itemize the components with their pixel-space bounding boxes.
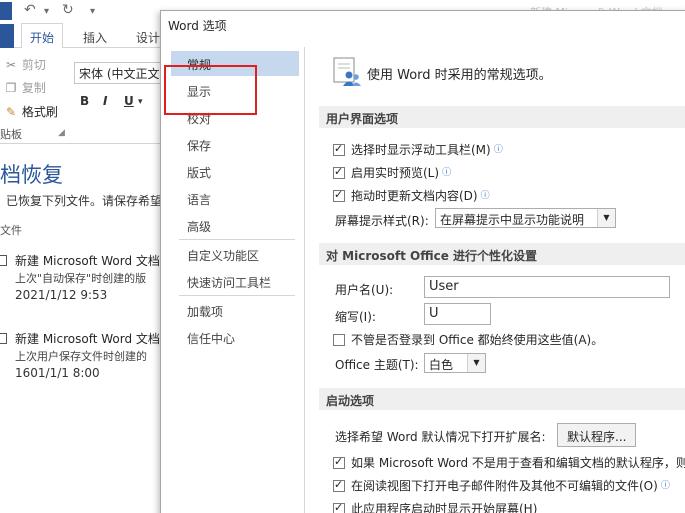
underline-dropdown-icon[interactable]: ▾	[138, 97, 143, 107]
document-recovery-pane: 档恢复 已恢复下列文件。请保存希望 文件 新建 Microsoft Word 文…	[0, 145, 170, 513]
file-tab[interactable]	[0, 24, 14, 48]
username-input[interactable]: User	[424, 276, 670, 298]
info-icon: ⓘ	[442, 168, 452, 178]
info-icon: ⓘ	[493, 145, 503, 155]
show-start-label: 此应用程序启动时显示开始屏幕(H)	[351, 502, 538, 513]
default-programs-button[interactable]: 默认程序...	[557, 423, 637, 447]
recovery-item[interactable]: 新建 Microsoft Word 文档 上次"自动保存"时创建的版 2021/…	[0, 252, 170, 316]
copy-icon: ❐	[5, 81, 17, 95]
screentip-label: 屏幕提示样式(R):	[335, 214, 429, 228]
live-preview-label: 启用实时预览(L)	[351, 166, 440, 180]
document-icon	[0, 255, 7, 266]
nav-divider	[179, 239, 295, 240]
username-label: 用户名(U):	[335, 283, 394, 297]
undo-icon[interactable]: ↶	[24, 2, 36, 18]
recovery-list-header: 文件	[0, 224, 22, 237]
brush-icon: ✎	[5, 105, 17, 119]
bold-button[interactable]: B	[80, 94, 89, 108]
initials-input[interactable]: U	[424, 303, 491, 325]
nav-quick-access-toolbar[interactable]: 快速访问工具栏	[171, 269, 299, 294]
nav-divider	[179, 295, 295, 296]
open-reading-checkbox[interactable]	[333, 478, 345, 492]
theme-value: 白色	[429, 358, 454, 372]
recovery-item-time: 1601/1/1 8:00	[15, 366, 100, 380]
tab-home[interactable]: 开始	[21, 23, 64, 49]
live-preview-checkbox[interactable]	[333, 165, 345, 179]
recovery-item-name: 新建 Microsoft Word 文档	[15, 332, 160, 346]
options-nav: 常规 显示 校对 保存 版式 语言 高级 自定义功能区 快速访问工具栏 加载项 …	[171, 47, 299, 513]
theme-select[interactable]: 白色 ▼	[424, 353, 486, 373]
screentip-select[interactable]: 在屏幕提示中显示功能说明 ▼	[435, 208, 616, 228]
undo-dropdown-icon[interactable]: ▾	[44, 6, 49, 17]
show-start-option[interactable]: 此应用程序启动时显示开始屏幕(H)	[333, 500, 537, 513]
underline-button[interactable]: U	[124, 94, 134, 108]
nav-language[interactable]: 语言	[171, 186, 299, 211]
live-preview-option[interactable]: 启用实时预览(L)ⓘ	[333, 164, 451, 182]
mini-toolbar-checkbox[interactable]	[333, 142, 345, 156]
drag-update-checkbox[interactable]	[333, 188, 345, 202]
recovery-item-name: 新建 Microsoft Word 文档	[15, 254, 160, 268]
open-reading-label: 在阅读视图下打开电子邮件附件及其他不可编辑的文件(O)	[351, 479, 658, 493]
dropdown-arrow-icon: ▼	[467, 354, 485, 372]
document-icon	[0, 333, 7, 344]
tell-me-option[interactable]: 如果 Microsoft Word 不是用于查看和编辑文档的默认程序，则	[333, 454, 685, 472]
info-icon: ⓘ	[480, 191, 490, 201]
tell-me-checkbox[interactable]	[333, 455, 345, 469]
recovery-subtitle: 已恢复下列文件。请保存希望	[6, 194, 163, 208]
italic-button[interactable]: I	[103, 94, 107, 108]
section-personalize: 对 Microsoft Office 进行个性化设置	[319, 243, 685, 265]
nav-advanced[interactable]: 高级	[171, 213, 299, 238]
always-use-checkbox[interactable]	[333, 334, 345, 346]
extensions-label: 选择希望 Word 默认情况下打开扩展名:	[335, 430, 546, 444]
mini-toolbar-option[interactable]: 选择时显示浮动工具栏(M)ⓘ	[333, 141, 503, 159]
section-startup: 启动选项	[319, 388, 685, 410]
scissors-icon: ✂	[5, 58, 17, 72]
redo-icon[interactable]: ↻	[62, 2, 74, 18]
nav-add-ins[interactable]: 加载项	[171, 298, 299, 323]
drag-update-option[interactable]: 拖动时更新文档内容(D)ⓘ	[333, 187, 490, 205]
always-use-option[interactable]: 不管是否登录到 Office 都始终使用这些值(A)。	[333, 331, 603, 349]
recovery-item-desc: 上次用户保存文件时创建的	[15, 350, 147, 363]
dialog-launcher-icon[interactable]: ◢	[58, 128, 65, 138]
theme-label: Office 主题(T):	[335, 358, 419, 372]
open-reading-option[interactable]: 在阅读视图下打开电子邮件附件及其他不可编辑的文件(O)ⓘ	[333, 477, 670, 495]
copy-button[interactable]: ❐ 复制	[4, 79, 46, 96]
recovery-item-time: 2021/1/12 9:53	[15, 288, 108, 302]
format-painter-button[interactable]: ✎ 格式刷	[4, 103, 58, 120]
recovery-item[interactable]: 新建 Microsoft Word 文档 上次用户保存文件时创建的 1601/1…	[0, 330, 170, 394]
recovery-title: 档恢复	[0, 163, 63, 187]
dialog-title: Word 选项	[168, 19, 227, 33]
tab-insert[interactable]: 插入	[83, 29, 107, 46]
section-ui-options: 用户界面选项	[319, 106, 685, 128]
customize-qat-icon[interactable]: ▾	[90, 6, 95, 17]
general-options-icon	[333, 57, 361, 86]
always-use-label: 不管是否登录到 Office 都始终使用这些值(A)。	[351, 333, 604, 347]
font-name-box[interactable]: 宋体 (中文正文	[74, 62, 164, 84]
nav-trust-center[interactable]: 信任中心	[171, 325, 299, 350]
tell-me-label: 如果 Microsoft Word 不是用于查看和编辑文档的默认程序，则	[351, 456, 685, 470]
save-icon[interactable]	[0, 2, 12, 20]
initials-label: 缩写(I):	[335, 310, 376, 324]
copy-label: 复制	[21, 81, 46, 95]
clipboard-group-label: 贴板	[0, 128, 22, 141]
intro-text: 使用 Word 时采用的常规选项。	[367, 68, 552, 83]
options-content: 使用 Word 时采用的常规选项。 用户界面选项 选择时显示浮动工具栏(M)ⓘ …	[304, 47, 685, 513]
nav-layout[interactable]: 版式	[171, 159, 299, 184]
annotation-highlight	[164, 65, 257, 115]
mini-toolbar-label: 选择时显示浮动工具栏(M)	[351, 143, 491, 157]
nav-customize-ribbon[interactable]: 自定义功能区	[171, 242, 299, 267]
cut-button[interactable]: ✂ 剪切	[4, 56, 46, 73]
tab-design[interactable]: 设计	[136, 29, 160, 46]
drag-update-label: 拖动时更新文档内容(D)	[351, 189, 478, 203]
format-painter-label: 格式刷	[21, 105, 58, 119]
recovery-item-desc: 上次"自动保存"时创建的版	[15, 272, 147, 285]
cut-label: 剪切	[21, 58, 46, 72]
nav-save[interactable]: 保存	[171, 132, 299, 157]
dropdown-arrow-icon: ▼	[597, 209, 615, 227]
screentip-value: 在屏幕提示中显示功能说明	[440, 213, 585, 227]
show-start-checkbox[interactable]	[333, 501, 345, 513]
info-icon: ⓘ	[660, 481, 670, 491]
